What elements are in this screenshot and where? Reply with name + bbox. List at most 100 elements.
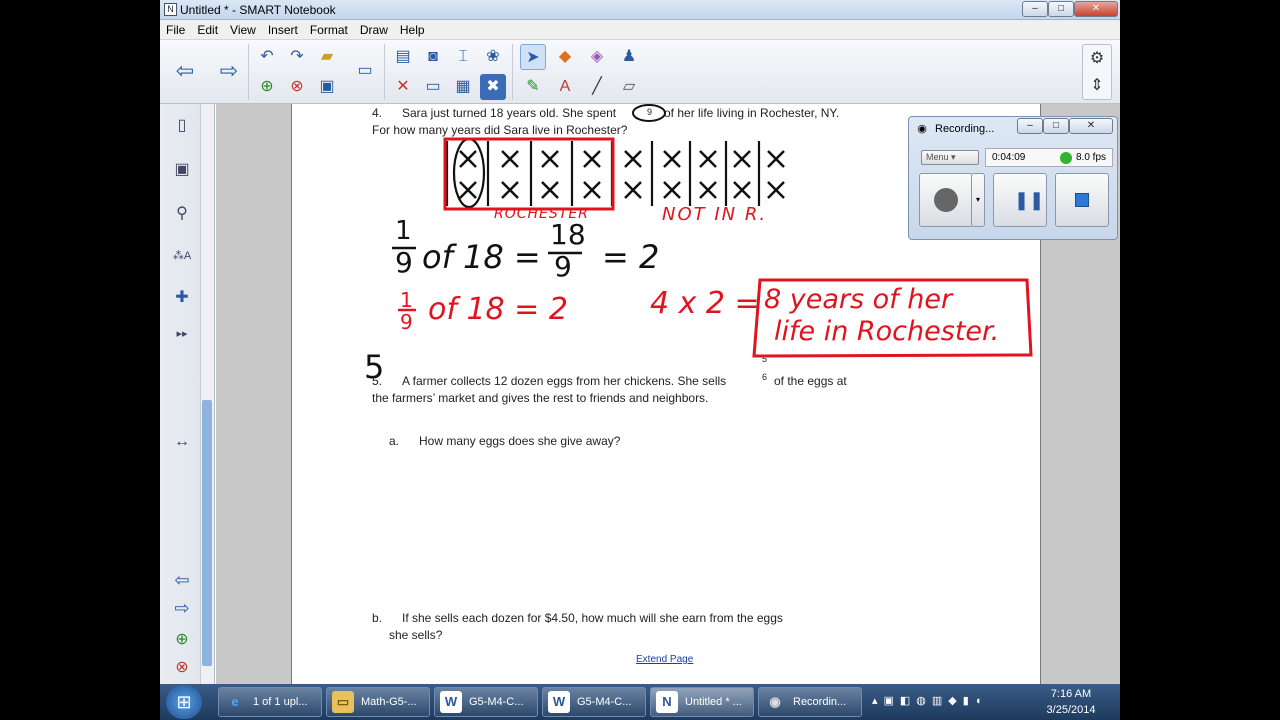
select-icon[interactable]: ➤ <box>520 44 546 70</box>
gear-icon[interactable]: ⚙ <box>1084 46 1110 72</box>
title-bar: N Untitled * - SMART Notebook – □ ✕ <box>160 0 1120 20</box>
screen-display-icon[interactable]: ▭ <box>352 58 378 84</box>
minimize-button[interactable]: – <box>1022 1 1048 17</box>
attachments-icon[interactable]: ⚲ <box>170 202 194 226</box>
windows-start-icon[interactable]: ⊞ <box>166 685 202 719</box>
table-icon[interactable]: ⌶ <box>450 44 476 70</box>
ink-red-rochester-box <box>443 137 615 211</box>
recorder-icon: ◉ <box>769 694 781 709</box>
taskbar-item-recorder[interactable]: ◉ Recordin... <box>758 687 862 717</box>
menu-file[interactable]: File <box>160 20 191 37</box>
ink-black-den: 9 <box>554 250 572 283</box>
toolbar-separator <box>248 44 249 100</box>
record-button[interactable] <box>919 173 973 227</box>
recorder-elapsed: 0:04:09 <box>992 152 1026 163</box>
resize-arrows-icon[interactable]: ↔ <box>170 430 194 454</box>
taskbar-item-word-1[interactable]: W G5-M4-C... <box>434 687 538 717</box>
menu-help[interactable]: Help <box>394 20 431 37</box>
add-page-side-icon[interactable]: ⊕ <box>170 628 194 652</box>
menu-insert[interactable]: Insert <box>262 20 304 37</box>
taskbar-label: G5-M4-C... <box>577 696 632 708</box>
capture-icon[interactable]: ◙ <box>420 44 446 70</box>
ink-black-of-18: of 18 = <box>422 238 541 276</box>
fill-icon[interactable]: ♟ <box>616 44 642 70</box>
delete-page-side-icon[interactable]: ⊗ <box>170 656 194 680</box>
record-icon <box>934 188 958 212</box>
close-button[interactable]: ✕ <box>1074 1 1118 17</box>
recorder-maximize-button[interactable]: □ <box>1043 118 1069 134</box>
taskbar-label: Untitled * ... <box>685 696 742 708</box>
insert-table-icon[interactable]: ▦ <box>450 74 476 100</box>
magic-pen-icon[interactable]: ◆ <box>552 44 578 70</box>
save-icon[interactable]: ▣ <box>314 74 340 100</box>
toolbar: ⇦ ⇨ ↶ ↷ ▰ ⊕ ⊗ ▣ ▭ ▤ ◙ ⌶ ❀ ✕ ▭ ▦ ✖ ➤ ◆ ◈ … <box>160 40 1120 104</box>
menu-edit[interactable]: Edit <box>191 20 224 37</box>
status-dot-icon <box>1060 152 1072 164</box>
menu-format[interactable]: Format <box>304 20 354 37</box>
menu-view[interactable]: View <box>224 20 262 37</box>
ink-red-of-18: of 18 = 2 <box>428 292 568 327</box>
window-title: Untitled * - SMART Notebook <box>180 3 336 17</box>
gallery-icon[interactable]: ❀ <box>480 44 506 70</box>
gallery-tab-icon[interactable]: ▣ <box>170 158 194 182</box>
recorder-menu-label: Menu <box>926 152 949 162</box>
taskbar-label: Recordin... <box>793 696 847 708</box>
taskbar-item-notebook[interactable]: N Untitled * ... <box>650 687 754 717</box>
screen-shade-icon[interactable]: ▭ <box>420 74 446 100</box>
eraser-icon[interactable]: ▱ <box>616 74 642 100</box>
clock-time: 7:16 AM <box>1050 688 1092 700</box>
add-page-icon[interactable]: ⊕ <box>254 74 280 100</box>
close-gallery-icon[interactable]: ✖ <box>480 74 506 100</box>
expand-tabs-icon[interactable]: ▸▸ <box>170 322 194 346</box>
stop-button[interactable] <box>1055 173 1109 227</box>
addons-icon[interactable]: ✚ <box>170 286 194 310</box>
previous-page-icon[interactable]: ⇦ <box>172 58 198 84</box>
delete-icon[interactable]: ✕ <box>390 74 416 100</box>
undo-icon[interactable]: ↶ <box>254 44 280 70</box>
taskbar-label: G5-M4-C... <box>469 696 524 708</box>
taskbar: ⊞ e 1 of 1 upl... ▭ Math-G5-... W G5-M4-C..… <box>160 684 1120 720</box>
toolbar-settings-panel: ⚙ ⇕ <box>1082 44 1112 100</box>
tape-diagram <box>445 137 761 209</box>
delete-page-icon[interactable]: ⊗ <box>284 74 310 100</box>
properties-icon[interactable]: ⁂A <box>170 244 194 268</box>
recorder-fps: 8.0 fps <box>1076 152 1107 163</box>
taskbar-item-word-2[interactable]: W G5-M4-C... <box>542 687 646 717</box>
recorder-minimize-button[interactable]: – <box>1017 118 1043 134</box>
scrollbar-thumb[interactable] <box>202 400 212 666</box>
open-folder-icon[interactable]: ▰ <box>314 44 340 70</box>
tape-x-marks <box>459 150 785 199</box>
pens-icon[interactable]: ✎ <box>520 74 546 100</box>
redo-icon[interactable]: ↷ <box>284 44 310 70</box>
previous-arrow-icon[interactable]: ⇦ <box>170 568 194 592</box>
menu-draw[interactable]: Draw <box>354 20 394 37</box>
record-options-dropdown[interactable]: ▾ <box>971 173 985 227</box>
line-icon[interactable]: ╱ <box>584 74 610 100</box>
page-sorter-icon[interactable]: ▯ <box>170 114 194 138</box>
taskbar-clock[interactable]: 7:16 AM 3/25/2014 <box>1026 686 1116 718</box>
recorder-close-button[interactable]: ✕ <box>1069 118 1113 134</box>
ink-black-frac-top: 1 <box>395 216 412 246</box>
maximize-button[interactable]: □ <box>1048 1 1074 17</box>
word-icon: W <box>548 691 570 713</box>
text-icon[interactable]: A <box>552 74 578 100</box>
shapes-icon[interactable]: ◈ <box>584 44 610 70</box>
paste-icon[interactable]: ▤ <box>390 44 416 70</box>
recorder-icon: ◉ <box>917 123 927 135</box>
toolbar-separator <box>384 44 385 100</box>
clock-date: 3/25/2014 <box>1046 704 1096 716</box>
ink-black-result: = 2 <box>602 238 660 276</box>
pause-button[interactable]: ❚❚ <box>993 173 1047 227</box>
next-page-icon[interactable]: ⇨ <box>216 58 242 84</box>
notebook-icon: N <box>656 691 678 713</box>
ink-red-mult: 4 x 2 = <box>650 286 760 321</box>
stop-icon <box>1075 193 1089 207</box>
system-tray-icons[interactable]: ▴▣◧◍▥◆▮◖ <box>872 694 987 707</box>
next-arrow-icon[interactable]: ⇨ <box>170 596 194 620</box>
ink-not-in-r-label: NOT IN R. <box>662 204 768 225</box>
taskbar-item-browser[interactable]: e 1 of 1 upl... <box>218 687 322 717</box>
move-toolbar-icon[interactable]: ⇕ <box>1084 73 1110 99</box>
recorder-menu-dropdown[interactable]: Menu ▾ <box>921 150 979 165</box>
pause-icon: ❚❚ <box>1014 190 1045 210</box>
taskbar-item-folder[interactable]: ▭ Math-G5-... <box>326 687 430 717</box>
